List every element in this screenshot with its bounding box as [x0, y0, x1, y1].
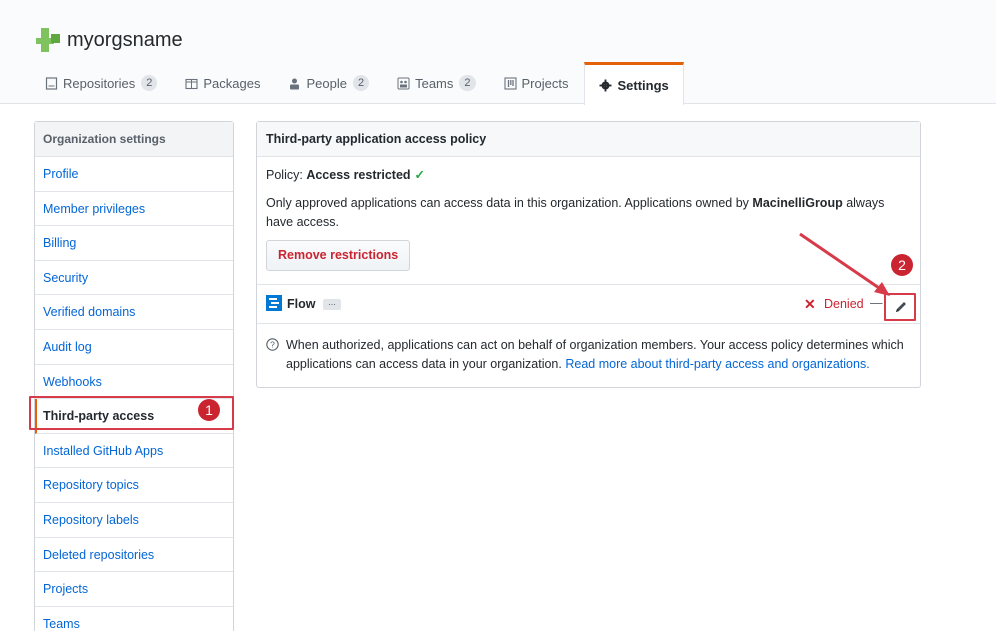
tab-label: Teams	[415, 75, 454, 91]
sidebar-item-billing[interactable]: Billing	[35, 226, 233, 261]
gear-icon	[599, 79, 612, 92]
policy-line: Policy: Access restricted ✓	[266, 167, 425, 182]
panel-title: Third-party application access policy	[257, 122, 920, 157]
org-name[interactable]: myorgsname	[67, 28, 183, 52]
tab-packages[interactable]: Packages	[175, 62, 270, 104]
package-icon	[185, 77, 198, 90]
check-icon: ✓	[414, 168, 426, 182]
read-more-link[interactable]: Read more about third-party access and o…	[565, 357, 869, 371]
desc-owner: MacinelliGroup	[752, 196, 843, 210]
app-name[interactable]: Flow	[287, 297, 315, 311]
sidebar-item-installed-github-apps[interactable]: Installed GitHub Apps	[35, 434, 233, 469]
tab-counter: 2	[352, 75, 370, 91]
tab-teams[interactable]: Teams 2	[387, 62, 485, 104]
sidebar-item-audit-log[interactable]: Audit log	[35, 330, 233, 365]
policy-prefix: Policy:	[266, 168, 303, 182]
tab-label: Settings	[617, 77, 669, 93]
org-avatar[interactable]	[36, 28, 60, 52]
question-icon: ?	[266, 338, 279, 351]
tab-projects[interactable]: Projects	[494, 62, 579, 104]
policy-value: Access restricted	[306, 168, 411, 182]
tab-people[interactable]: People 2	[278, 62, 379, 104]
tab-settings[interactable]: Settings	[584, 62, 684, 105]
tab-label: Projects	[521, 75, 569, 91]
sidebar-item-repository-labels[interactable]: Repository labels	[35, 503, 233, 538]
tab-counter: 2	[141, 75, 158, 91]
annotation-arrow	[799, 232, 890, 296]
sidebar-item-verified-domains[interactable]: Verified domains	[35, 295, 233, 330]
sidebar-item-deleted-repositories[interactable]: Deleted repositories	[35, 538, 233, 573]
tab-repositories[interactable]: Repositories 2	[35, 62, 167, 104]
project-icon	[503, 76, 517, 90]
org-nav-tabs: Repositories 2 Packages People 2 Teams 2	[35, 62, 684, 105]
tab-label: Packages	[203, 75, 261, 91]
desc-text-1: Only approved applications can access da…	[266, 196, 753, 210]
svg-text:?: ?	[270, 340, 275, 350]
sidebar-item-repository-topics[interactable]: Repository topics	[35, 468, 233, 503]
sidebar-item-projects[interactable]: Projects	[35, 572, 233, 607]
app-details-toggle[interactable]: ...	[323, 298, 341, 310]
sidebar-item-webhooks[interactable]: Webhooks	[35, 365, 233, 400]
tab-label: Repositories	[63, 75, 136, 91]
sidebar-item-profile[interactable]: Profile	[35, 157, 233, 192]
org-header: myorgsname Repositories 2 Packages Peopl…	[0, 0, 996, 105]
sidebar-item-member-privileges[interactable]: Member privileges	[35, 192, 233, 227]
info-text: When authorized, applications can act on…	[286, 336, 918, 374]
repo-icon	[45, 76, 58, 90]
sidebar-heading: Organization settings	[35, 122, 233, 157]
step-badge-1: 1	[198, 399, 220, 421]
person-icon	[288, 77, 301, 90]
remove-restrictions-button[interactable]: Remove restrictions	[266, 240, 411, 271]
tab-counter: 2	[459, 75, 476, 91]
team-icon	[397, 77, 410, 90]
sidebar-item-security[interactable]: Security	[35, 261, 233, 296]
sidebar-item-teams[interactable]: Teams	[35, 607, 233, 631]
settings-sidebar: Organization settings Profile Member pri…	[34, 121, 234, 631]
tab-label: People	[306, 75, 347, 91]
flow-app-icon	[266, 295, 282, 311]
